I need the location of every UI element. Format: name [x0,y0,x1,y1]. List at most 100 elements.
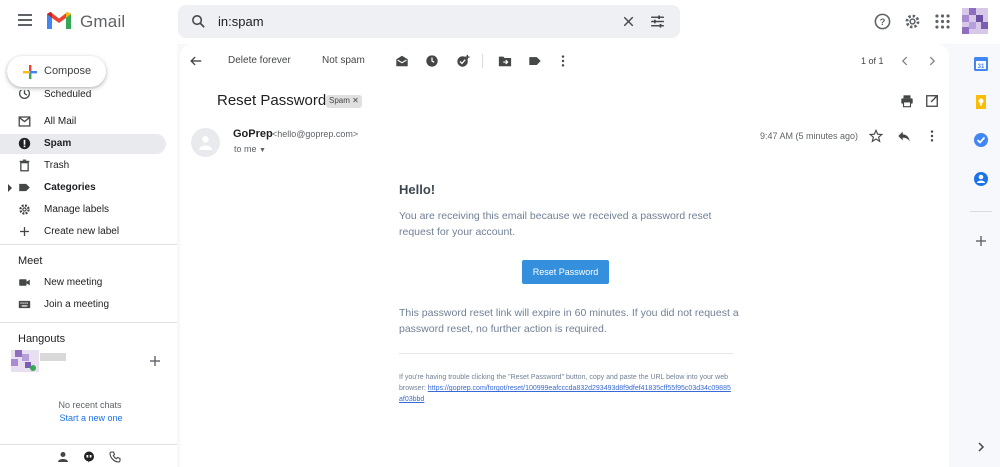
reset-url-link[interactable]: https://goprep.com/forgot/reset/100999ea… [399,385,731,403]
start-new-chat-link[interactable]: Start a new one [0,413,182,423]
sidebar-item-label: All Mail [44,116,77,127]
open-in-new-window-icon[interactable] [925,94,939,108]
phone-icon[interactable] [109,451,121,463]
new-meeting-item[interactable]: New meeting [0,273,166,293]
app-name: Gmail [80,12,126,31]
print-icon[interactable] [900,94,914,108]
no-chats-text: No recent chats [58,400,122,410]
spam-badge-text: Spam [329,96,350,105]
delete-forever-button[interactable]: Delete forever [228,55,291,66]
email-trouble-text: If you're having trouble clicking the "R… [399,372,733,405]
sidebar-item-label: Manage labels [44,204,110,215]
newer-chevron-icon[interactable] [898,54,912,68]
side-panel-rail: 31 [962,44,1000,467]
search-bar[interactable]: in:spam [178,5,680,38]
svg-text:31: 31 [978,64,985,70]
nav-divider [0,444,177,445]
get-addons-plus-icon[interactable] [973,233,989,249]
reset-password-button[interactable]: Reset Password [522,260,609,284]
spam-label-badge[interactable]: Spam ✕ [326,95,362,108]
email-intro-text: You are receiving this email because we … [399,210,712,238]
clear-search-icon[interactable] [620,13,637,30]
sidebar-item-manage-labels[interactable]: Manage labels [0,200,166,220]
keyboard-icon [18,300,31,309]
recipient-chevron-icon: ▼ [259,147,266,154]
video-camera-icon [19,279,30,286]
top-header: Gmail in:spam ? [0,0,1000,44]
move-to-folder-icon[interactable] [498,54,512,68]
expand-caret-icon[interactable] [8,184,12,192]
tasks-icon[interactable] [973,132,989,148]
sender-email: <hello@goprep.com> [272,129,359,139]
not-spam-button[interactable]: Not spam [322,55,365,66]
toolbar-divider [482,54,483,68]
compose-label: Compose [44,65,92,77]
message-more-icon[interactable] [925,129,939,143]
hangouts-user-avatar[interactable] [11,350,39,372]
search-input[interactable]: in:spam [218,14,264,29]
hangouts-user-name-redacted [40,353,66,361]
label-as-icon[interactable] [528,54,542,68]
sender-name[interactable]: GoPrep [233,128,273,140]
spam-icon [18,137,31,150]
message-time: 9:47 AM (5 minutes ago) [760,131,859,141]
gear-icon [19,204,30,215]
help-icon[interactable]: ? [873,12,892,31]
sidebar-item-label: Scheduled [44,90,92,100]
scheduled-icon [18,90,31,100]
sidebar-item-spam[interactable]: Spam [0,134,166,154]
email-expire-note: This password reset link will expire in … [399,307,739,335]
plus-icon [20,227,29,236]
nav-divider [0,244,177,245]
recipient-details-toggle[interactable]: to me ▼ [234,144,266,154]
contacts-icon[interactable] [973,171,989,187]
rail-divider [970,211,992,212]
mark-unread-icon[interactable] [395,54,409,68]
compose-plus-icon [23,65,37,79]
sidebar-item-trash[interactable]: Trash [0,156,166,176]
add-to-tasks-icon[interactable] [456,54,470,68]
compose-button[interactable]: Compose [7,56,106,87]
apps-grid-icon[interactable] [933,12,952,31]
email-divider [399,353,733,354]
trash-icon [19,159,30,172]
show-side-panel-chevron-icon[interactable] [973,439,989,455]
contacts-person-icon[interactable] [57,451,69,463]
sidebar-item-label: Spam [44,138,72,149]
sidebar-item-all-mail[interactable]: All Mail [0,112,166,132]
label-icon [19,183,30,192]
join-meeting-item[interactable]: Join a meeting [0,295,166,315]
snooze-clock-icon[interactable] [425,54,439,68]
older-chevron-icon[interactable] [925,54,939,68]
search-options-icon[interactable] [649,13,666,30]
recipient-text: to me [234,144,257,154]
all-mail-icon [18,116,31,127]
hangouts-section-title: Hangouts [18,333,66,345]
keep-icon[interactable] [973,94,989,110]
message-view: Delete forever Not spam 1 of 1 Reset Pas… [180,44,949,467]
calendar-icon[interactable]: 31 [973,56,989,72]
pagination-count: 1 of 1 [861,56,884,66]
sidebar-item-scheduled[interactable]: Scheduled [0,90,166,104]
email-greeting: Hello! [399,182,436,197]
sidebar-item-create-label[interactable]: Create new label [0,222,166,242]
svg-text:?: ? [880,17,886,28]
sidebar-item-categories[interactable]: Categories [0,178,166,198]
meet-section-title: Meet [18,255,43,267]
new-meeting-label: New meeting [44,277,103,288]
sender-avatar[interactable] [191,128,220,157]
reply-icon[interactable] [897,129,911,143]
more-options-icon[interactable] [556,54,570,68]
back-arrow-icon[interactable] [189,54,203,68]
hangouts-chat-icon[interactable] [83,451,95,463]
account-avatar[interactable] [962,8,988,34]
star-icon[interactable] [869,129,883,143]
search-icon[interactable] [190,13,207,30]
settings-gear-icon[interactable] [903,12,922,31]
add-chat-icon[interactable] [149,355,161,367]
email-subject: Reset Password [217,92,327,109]
sidebar-item-label: Trash [44,160,70,171]
gmail-logo[interactable] [45,10,73,31]
main-menu-icon[interactable] [16,12,34,30]
default-person-icon [199,136,212,150]
